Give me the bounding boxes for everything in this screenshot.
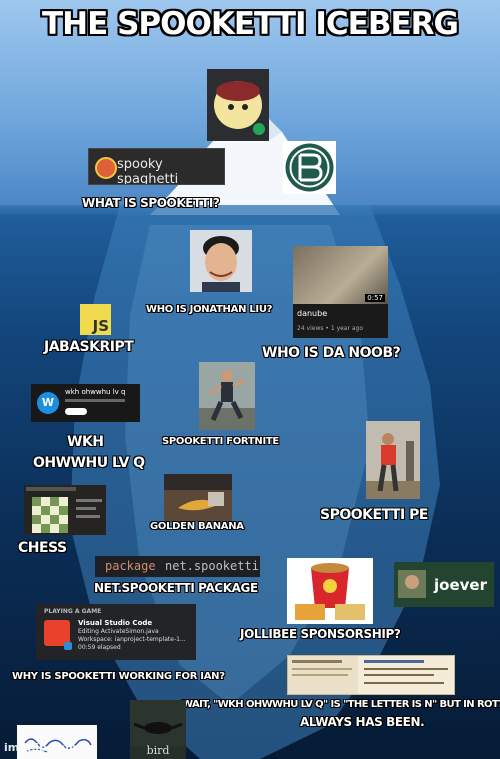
status-header: PLAYING A GAME xyxy=(44,608,102,615)
school-logo xyxy=(283,141,336,194)
channel-card: W wkh ohwwhu lv q xyxy=(31,384,140,422)
video-meta: 24 views • 1 year ago xyxy=(297,325,364,332)
channel-avatar: W xyxy=(37,392,59,414)
label-wait-rot: WAIT, "WKH OHWWHU LV Q" IS "THE LETTER I… xyxy=(182,699,500,710)
discord-status-card: PLAYING A GAME Visual Studio Code Editin… xyxy=(36,604,196,660)
label-why-working-for-ian: WHY IS SPOOKETTI WORKING FOR IAN? xyxy=(12,671,225,682)
joever-text: joever xyxy=(434,576,487,594)
status-app: Visual Studio Code xyxy=(78,619,153,627)
label-who-is-jonathan: WHO IS JONATHAN LIU? xyxy=(146,304,273,315)
label-chess: CHESS xyxy=(18,540,67,556)
label-golden-banana: GOLDEN BANANA xyxy=(150,521,244,532)
label-wkh-line1: WKH xyxy=(67,434,104,450)
youtube-video-card: 0:57 danube 24 views • 1 year ago xyxy=(293,246,388,338)
package-code-snippet: package net.spooketti; xyxy=(95,556,260,577)
label-who-is-da-noob: WHO IS DA NOOB? xyxy=(262,345,401,361)
label-jabaskript: JABASKRIPT xyxy=(44,339,134,355)
status-line3: 00:59 elapsed xyxy=(78,644,121,651)
bird-caption: bird xyxy=(146,744,170,757)
iceberg-meme: THE SPOOKETTI ICEBERG spooky spaghetti W… xyxy=(0,0,500,759)
channel-meta-line xyxy=(65,399,125,402)
label-spooketti-fortnite: SPOOKETTI FORTNITE xyxy=(162,436,279,447)
dance-photo xyxy=(199,362,255,430)
label-net-spooketti-package: NET.SPOOKETTI PACKAGE xyxy=(94,581,258,595)
logo-text: spooky spaghetti xyxy=(117,157,179,185)
label-spooketti-pe: SPOOKETTI PE xyxy=(320,507,428,523)
label-wkh-line2: OHWWHU LV Q xyxy=(33,455,145,471)
video-duration: 0:57 xyxy=(365,294,385,302)
golden-banana-photo xyxy=(164,474,232,522)
label-jollibee-sponsorship: JOLLIBEE SPONSORSHIP? xyxy=(240,627,401,641)
portrait-photo xyxy=(190,230,252,292)
watermark: imgflip.com xyxy=(4,741,77,754)
label-what-is-spooketti: WHAT IS SPOOKETTI? xyxy=(82,196,220,210)
jollibee-bucket-photo xyxy=(287,558,373,624)
bird-image: bird xyxy=(130,700,186,759)
chess-board xyxy=(32,497,68,533)
label-always-has-been: ALWAYS HAS BEEN. xyxy=(300,715,425,729)
vscode-icon xyxy=(64,642,72,650)
forum-screenshot xyxy=(287,655,455,695)
status-line1: Editing ActivateSimon.java xyxy=(78,628,159,635)
pasta-bowl-icon xyxy=(95,157,117,179)
channel-subscribe-button xyxy=(65,408,87,415)
code-package-name: net.spooketti; xyxy=(165,559,260,573)
code-keyword: package xyxy=(105,559,156,573)
javascript-logo-icon: JS xyxy=(80,304,111,335)
status-line2: Workspace: ianproject-template-1... xyxy=(78,636,186,643)
page-title: THE SPOOKETTI ICEBERG xyxy=(42,6,459,42)
video-title: danube xyxy=(297,309,328,318)
chess-screenshot xyxy=(24,485,106,535)
pe-photo xyxy=(366,421,420,499)
channel-title: wkh ohwwhu lv q xyxy=(65,388,126,396)
spooky-spaghetti-logo: spooky spaghetti xyxy=(88,148,225,185)
avatar xyxy=(207,69,269,141)
joever-image: joever xyxy=(394,562,494,607)
